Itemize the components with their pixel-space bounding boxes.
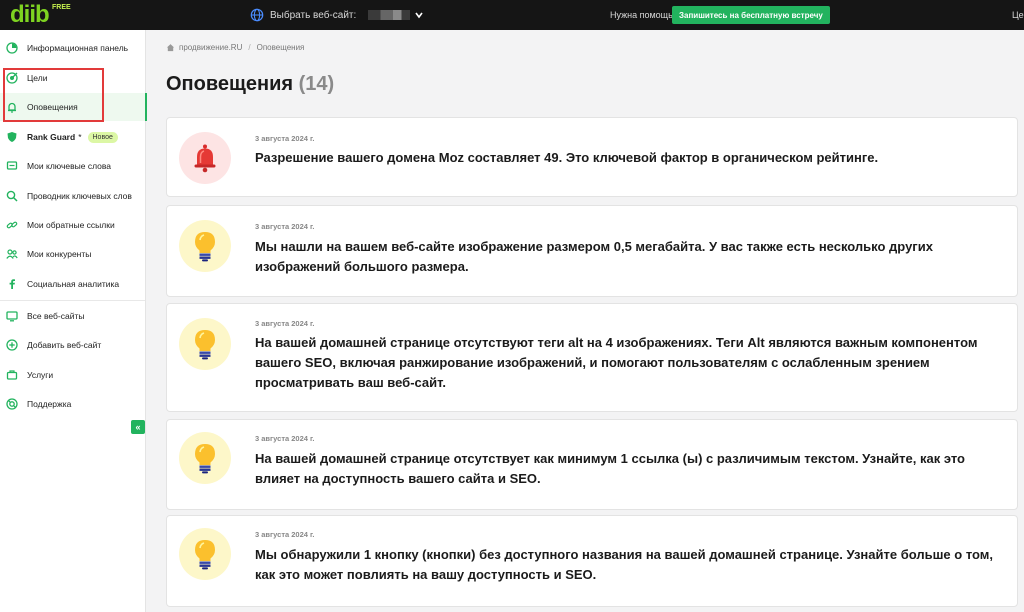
alert-icon-wrap [179,528,231,580]
breadcrumb-current: Оповещения [256,43,305,52]
alert-card[interactable]: 3 августа 2024 г. На вашей домашней стра… [166,303,1018,412]
chevron-down-icon [415,12,423,19]
sidebar-item-social-analytics[interactable]: Социальная аналитика [0,270,146,298]
selected-website-masked [368,10,411,20]
sidebar-item-keyword-explorer[interactable]: Проводник ключевых слов [0,182,146,210]
alerts-count: (14) [298,73,335,95]
new-badge: Новое [87,131,118,143]
support-icon [6,398,18,410]
alert-card[interactable]: 3 августа 2024 г. Разрешение вашего доме… [166,117,1018,197]
alert-message: На вашей домашней странице отсутствует к… [255,451,965,486]
globe-icon [250,8,264,22]
book-free-meeting-button[interactable]: Запишитесь на бесплатную встречу [672,6,830,24]
sidebar-item-backlinks[interactable]: Мои обратные ссылки [0,211,146,239]
website-selector-label: Выбрать веб-сайт: [270,9,357,21]
alert-date: 3 августа 2024 г. [255,530,315,539]
alert-date: 3 августа 2024 г. [255,134,315,143]
lightbulb-icon [195,330,215,360]
sidebar-item-services[interactable]: Услуги [0,361,146,389]
top-bar: diib FREE Выбрать веб-сайт: Нужна помощь… [0,0,1024,30]
sidebar-item-add-website[interactable]: Добавить веб-сайт [0,331,146,359]
lightbulb-icon [195,540,215,570]
collapse-sidebar-button[interactable]: « [131,420,145,434]
dashboard-icon [6,42,18,54]
websites-icon [6,311,18,322]
alert-message: Мы нашли на вашем веб-сайте изображение … [255,239,933,274]
shield-icon [7,132,17,142]
alert-icon-wrap [179,432,231,484]
help-text: Нужна помощь? [610,10,678,20]
website-selector[interactable]: Выбрать веб-сайт: [250,7,424,23]
sidebar-item-my-keywords[interactable]: Мои ключевые слова [0,152,146,180]
alert-icon-wrap [179,318,231,370]
goals-link-truncated[interactable]: Це [1012,10,1024,20]
logo-free-tag: FREE [52,4,71,11]
bell-icon [194,144,216,173]
sidebar-item-competitors[interactable]: Мои конкуренты [0,240,146,268]
search-icon [6,190,18,202]
users-icon [6,249,18,259]
sidebar-item-all-websites[interactable]: Все веб-сайты [0,302,146,330]
alert-message: Мы обнаружили 1 кнопку (кнопки) без дост… [255,547,994,582]
sidebar-item-dashboard[interactable]: Информационная панель [0,34,146,62]
sidebar-divider [0,300,145,301]
services-icon [6,370,18,380]
alert-icon-wrap [179,132,231,184]
alert-message: Разрешение вашего домена Moz составляет … [255,150,879,165]
sidebar-item-support[interactable]: Поддержка [0,390,146,418]
alert-icon-wrap [179,220,231,272]
lightbulb-icon [195,444,215,474]
alert-date: 3 августа 2024 г. [255,222,315,231]
breadcrumb-home[interactable]: продвижение.RU [179,43,242,52]
sidebar-item-rank-guard[interactable]: Rank Guard * Новое [0,123,146,151]
breadcrumb: продвижение.RU / Оповещения [166,43,304,52]
alert-date: 3 августа 2024 г. [255,434,315,443]
alert-card[interactable]: 3 августа 2024 г. Мы обнаружили 1 кнопку… [166,515,1018,607]
link-icon [6,221,18,229]
lightbulb-icon [195,232,215,262]
alert-card[interactable]: 3 августа 2024 г. На вашей домашней стра… [166,419,1018,510]
double-chevron-left-icon: « [135,421,141,432]
facebook-icon [9,279,15,289]
annotation-highlight-box [3,68,104,122]
add-icon [6,339,18,351]
alert-date: 3 августа 2024 г. [255,319,315,328]
home-icon [166,44,175,52]
diib-logo[interactable]: diib FREE [10,2,71,28]
alert-card[interactable]: 3 августа 2024 г. Мы нашли на вашем веб-… [166,205,1018,297]
alert-message: На вашей домашней странице отсутствуют т… [255,335,978,390]
sidebar: Информационная панель Цели Оповещения Ra… [0,30,147,612]
page-title: Оповещения (14) [166,73,335,95]
keywords-icon [6,161,18,170]
